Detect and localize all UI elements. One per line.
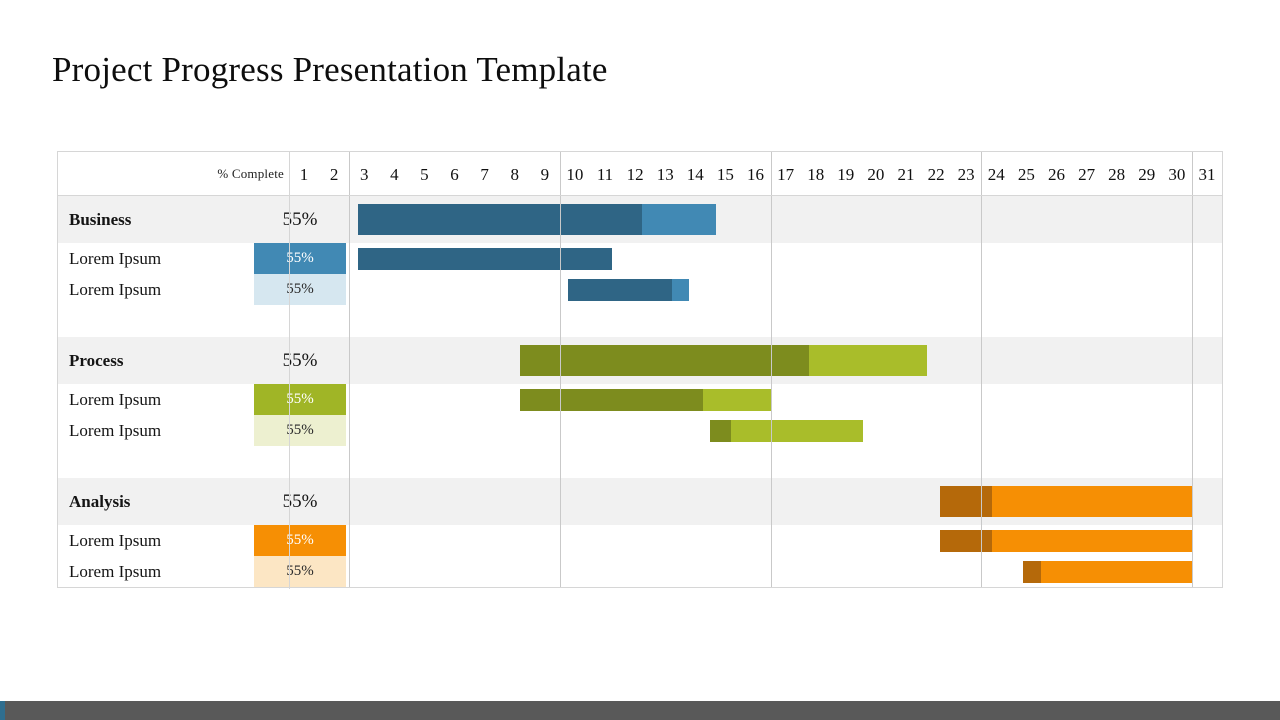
task-bar[interactable] [1023, 561, 1193, 583]
gantt-group-row-business[interactable]: Business 55% [58, 196, 1222, 243]
bar-remaining-segment [731, 420, 863, 442]
footer-accent-left [0, 701, 5, 720]
bar-remaining-segment [992, 486, 1193, 517]
bar-progress-segment [940, 530, 992, 552]
task-percent-complete-chip: 55% [254, 384, 346, 415]
label-column-divider [289, 152, 290, 589]
group-name-label: Business [69, 209, 132, 229]
day-header-13: 13 [656, 165, 674, 184]
day-header-24: 24 [987, 165, 1005, 184]
group-name-label: Analysis [69, 491, 131, 511]
gantt-task-row[interactable]: Lorem Ipsum 55% [58, 384, 1222, 415]
task-name-label: Lorem Ipsum [69, 530, 162, 550]
day-header-4: 4 [390, 165, 399, 184]
bar-remaining-segment [703, 389, 772, 411]
day-header-11: 11 [596, 165, 614, 184]
task-name-label: Lorem Ipsum [69, 389, 162, 409]
bar-remaining-segment [1041, 561, 1193, 583]
bar-progress-segment [520, 389, 703, 411]
gantt-task-row[interactable]: Lorem Ipsum 55% [58, 243, 1222, 274]
bar-progress-segment [568, 279, 672, 301]
day-header-1: 1 [299, 165, 309, 184]
percent-complete-header: % Complete [217, 166, 284, 181]
gantt-body: Business 55% Lorem Ipsum 55% Lorem Ipsum 55% P… [58, 196, 1222, 587]
bar-remaining-segment [809, 345, 927, 376]
bar-progress-segment [520, 345, 809, 376]
day-header-2: 2 [329, 165, 339, 184]
task-name-label: Lorem Ipsum [69, 420, 162, 440]
bar-progress-segment [1023, 561, 1041, 583]
day-header-19: 19 [837, 165, 855, 184]
gantt-task-row[interactable]: Lorem Ipsum 55% [58, 415, 1222, 446]
bar-progress-segment [940, 486, 992, 517]
day-header-15: 15 [716, 165, 734, 184]
gantt-task-row[interactable]: Lorem Ipsum 55% [58, 274, 1222, 305]
group-bar-business[interactable] [358, 204, 716, 235]
day-header-17: 17 [777, 165, 795, 184]
task-name-label: Lorem Ipsum [69, 279, 162, 299]
day-header-30: 30 [1168, 165, 1186, 184]
group-name-label: Process [69, 350, 124, 370]
day-header-18: 18 [807, 165, 825, 184]
gantt-chart-table: % Complete 1 2 3 4 5 6 7 8 9 10 11 12 13 14 15 16 17 18 19… [57, 151, 1223, 589]
day-header-16: 16 [746, 165, 764, 184]
day-header-5: 5 [420, 165, 429, 184]
day-header-8: 8 [510, 165, 519, 184]
day-header-14: 14 [686, 165, 704, 184]
group-bar-analysis[interactable] [940, 486, 1193, 517]
day-header-7: 7 [480, 165, 489, 184]
task-bar[interactable] [710, 420, 863, 442]
group-spacer-row [58, 446, 1222, 478]
bar-progress-segment [358, 248, 612, 270]
day-header-26: 26 [1047, 165, 1065, 184]
gantt-task-row[interactable]: Lorem Ipsum 55% [58, 525, 1222, 556]
bar-progress-segment [710, 420, 731, 442]
task-name-label: Lorem Ipsum [69, 248, 162, 268]
day-header-20: 20 [867, 165, 885, 184]
bar-progress-segment [358, 204, 642, 235]
task-percent-complete-chip: 55% [254, 415, 346, 446]
group-spacer-row [58, 305, 1222, 337]
task-percent-complete-chip: 55% [254, 274, 346, 305]
bar-remaining-segment [642, 204, 716, 235]
day-header-29: 29 [1138, 165, 1156, 184]
task-bar[interactable] [568, 279, 689, 301]
group-percent-complete: 55% [282, 349, 318, 371]
day-header-31: 31 [1198, 165, 1216, 184]
day-header-27: 27 [1078, 165, 1096, 184]
group-percent-complete: 55% [282, 490, 318, 512]
task-bar[interactable] [520, 389, 772, 411]
task-bar[interactable] [358, 248, 612, 270]
group-percent-complete: 55% [282, 208, 318, 230]
day-header-25: 25 [1017, 165, 1035, 184]
bar-remaining-segment [672, 279, 689, 301]
task-name-label: Lorem Ipsum [69, 561, 162, 581]
task-percent-complete-chip: 55% [254, 525, 346, 556]
page-title: Project Progress Presentation Template [52, 50, 608, 89]
day-header-10: 10 [566, 165, 584, 184]
gantt-header-row: % Complete 1 2 3 4 5 6 7 8 9 10 11 12 13 14 15 16 17 18 19… [58, 152, 1222, 196]
gantt-group-row-process[interactable]: Process 55% [58, 337, 1222, 384]
group-bar-process[interactable] [520, 345, 927, 376]
day-header-23: 23 [957, 165, 975, 184]
day-header-22: 22 [927, 165, 945, 184]
task-bar[interactable] [940, 530, 1193, 552]
day-header-3: 3 [359, 165, 369, 184]
footer-bar [0, 701, 1280, 720]
bar-remaining-segment [992, 530, 1193, 552]
day-header-6: 6 [450, 165, 459, 184]
task-percent-complete-chip: 55% [254, 556, 346, 587]
day-header-28: 28 [1108, 165, 1126, 184]
day-header-21: 21 [897, 165, 915, 184]
task-percent-complete-chip: 55% [254, 243, 346, 274]
day-header-9: 9 [540, 165, 550, 184]
day-header-12: 12 [626, 165, 644, 184]
gantt-group-row-analysis[interactable]: Analysis 55% [58, 478, 1222, 525]
gantt-task-row[interactable]: Lorem Ipsum 55% [58, 556, 1222, 587]
